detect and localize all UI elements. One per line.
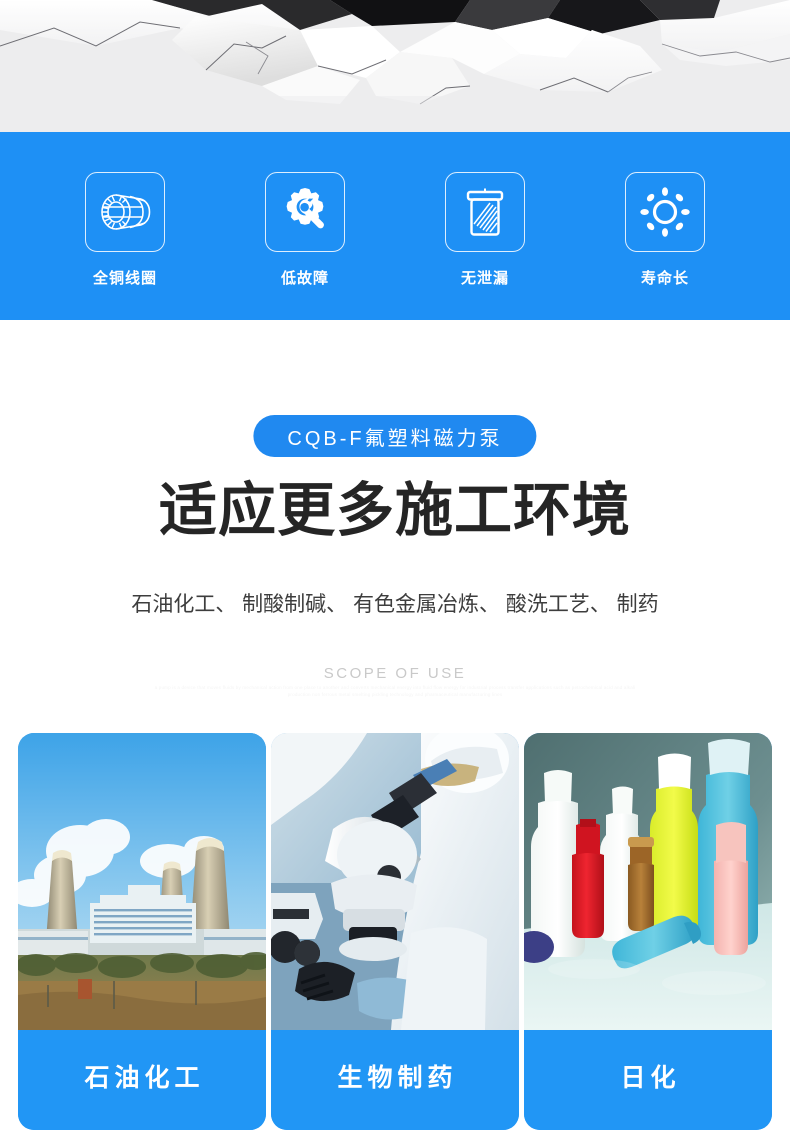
feature-list: 全铜线圈 低故障 无泄漏 寿命长 (0, 132, 790, 320)
scope-section: CQB-F氟塑料磁力泵 适应更多施工环境 石油化工、 制酸制碱、 有色金属冶炼、… (0, 320, 790, 730)
feature-icon-box (625, 172, 705, 252)
section-headline: 适应更多施工环境 (158, 478, 631, 543)
cracked-wall-graphic (0, 0, 790, 132)
feature-item-low-failure[interactable]: 低故障 (250, 172, 360, 288)
hero-banner (0, 0, 790, 132)
application-card-label: 石油化工 (18, 1030, 266, 1130)
feature-band: 全铜线圈 低故障 无泄漏 寿命长 (0, 132, 790, 320)
feature-item-no-leakage[interactable]: 无泄漏 (430, 172, 540, 288)
application-card-label: 生物制药 (271, 1030, 519, 1130)
sun-icon (640, 187, 690, 237)
application-card[interactable]: 石油化工 (18, 733, 266, 1130)
application-card[interactable]: 生物制药 (271, 733, 519, 1130)
feature-icon-box (445, 172, 525, 252)
application-card-list: 石油化工 生物制药 日化 (0, 733, 790, 1133)
feature-label: 无泄漏 (460, 270, 509, 287)
feature-icon-box (85, 172, 165, 252)
feature-item-copper-coil[interactable]: 全铜线圈 (70, 172, 180, 288)
scope-english-label: SCOPE OF USE (323, 665, 467, 682)
plastic-bottles-photo (524, 733, 772, 1030)
scope-fine-print: a pump is a device that moves fluids by … (154, 685, 636, 697)
product-name-badge: CQB-F氟塑料磁力泵 (253, 415, 537, 457)
feature-label: 寿命长 (640, 270, 689, 287)
feature-label: 全铜线圈 (92, 270, 157, 287)
application-card[interactable]: 日化 (524, 733, 772, 1130)
cooling-towers-photo (18, 733, 266, 1030)
feature-label: 低故障 (280, 270, 329, 287)
section-subline: 石油化工、 制酸制碱、 有色金属冶炼、 酸洗工艺、 制药 (131, 593, 659, 616)
sealed-container-icon (466, 188, 504, 236)
feature-item-long-life[interactable]: 寿命长 (610, 172, 720, 288)
motor-coil-icon (101, 194, 151, 230)
application-card-label: 日化 (524, 1030, 772, 1130)
gear-wrench-icon (286, 188, 324, 229)
product-detail-page: 全铜线圈 低故障 无泄漏 寿命长 CQB-F氟塑料磁力泵 适应更多施工环境 石油… (0, 0, 790, 1147)
laboratory-microscope-photo (271, 733, 519, 1030)
feature-icon-box (265, 172, 345, 252)
